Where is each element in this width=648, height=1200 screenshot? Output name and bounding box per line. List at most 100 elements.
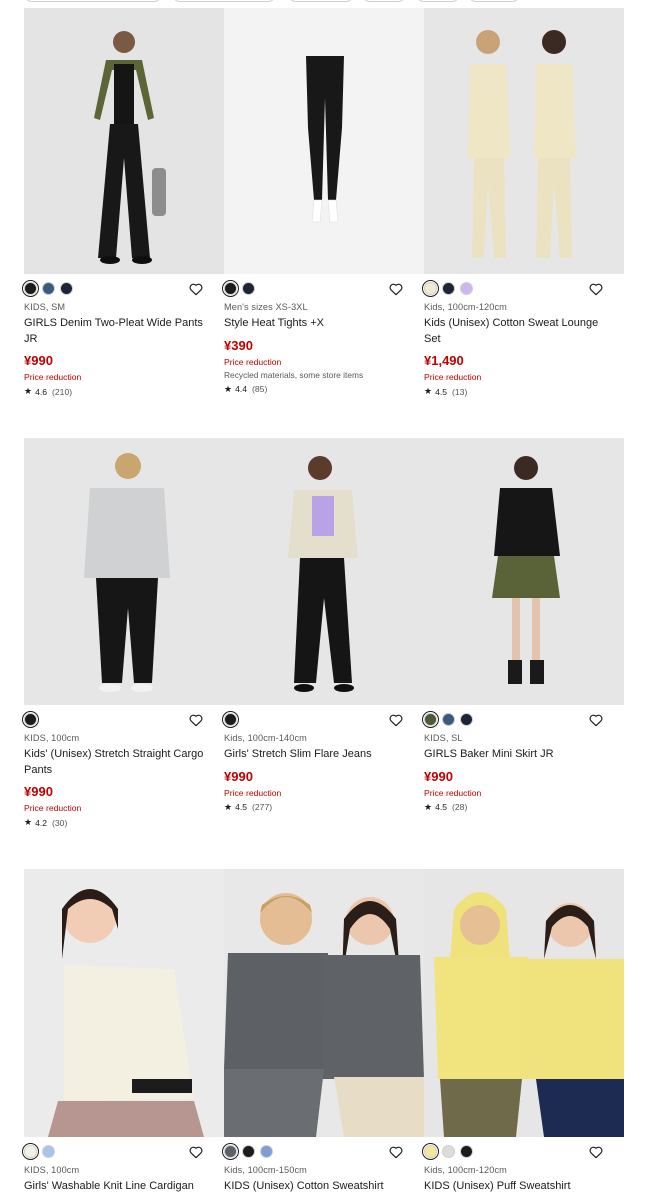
color-swatch[interactable]	[242, 1145, 255, 1158]
size-range: Men's sizes XS-3XL	[224, 302, 308, 312]
product-price: ¥990	[424, 768, 453, 784]
review-count: (210)	[52, 386, 73, 397]
heart-outline-icon[interactable]	[588, 1144, 604, 1160]
color-swatch[interactable]	[60, 282, 73, 295]
star-icon: ★	[24, 386, 33, 396]
color-swatch[interactable]	[224, 713, 237, 726]
filter-chip[interactable]	[172, 0, 276, 2]
product-card[interactable]: Kids, 100cm-140cm Girls' Stretch Slim Fl…	[224, 438, 424, 813]
product-image[interactable]	[24, 438, 224, 705]
heart-outline-icon[interactable]	[188, 712, 204, 728]
product-image[interactable]	[424, 438, 624, 705]
product-title[interactable]: Girls' Stretch Slim Flare Jeans	[224, 747, 424, 763]
star-icon: ★	[224, 383, 233, 394]
product-card[interactable]: KIDS, SL GIRLS Baker Mini Skirt JR ¥990 …	[424, 438, 624, 813]
price-reduction-label: Price reduction	[224, 787, 282, 798]
product-image[interactable]	[424, 869, 624, 1137]
color-swatch[interactable]	[460, 713, 473, 726]
heart-outline-icon[interactable]	[588, 712, 604, 728]
star-icon: ★	[24, 817, 33, 827]
color-swatch[interactable]	[460, 282, 473, 295]
price-reduction-label: Price reduction	[424, 787, 482, 798]
filter-chip-strip	[0, 0, 648, 4]
heart-outline-icon[interactable]	[388, 712, 404, 728]
color-swatch[interactable]	[424, 713, 437, 726]
product-title[interactable]: Kids (Unisex) Cotton Sweat Lounge Set	[424, 316, 624, 347]
price-reduction-label: Price reduction	[24, 803, 82, 813]
product-price: ¥990	[24, 353, 53, 368]
color-swatch[interactable]	[442, 1145, 455, 1158]
color-swatch[interactable]	[42, 282, 55, 295]
color-swatch[interactable]	[442, 282, 455, 295]
product-title[interactable]: Girls' Washable Knit Line Cardigan	[24, 1179, 224, 1195]
color-swatch[interactable]	[260, 1145, 273, 1158]
product-rating: ★ 4.5 (277)	[224, 802, 424, 813]
color-swatch[interactable]	[224, 1145, 237, 1158]
product-photo	[424, 869, 624, 1137]
product-image[interactable]	[424, 8, 624, 274]
product-title[interactable]: GIRLS Denim Two-Pleat Wide Pants JR	[24, 316, 224, 347]
color-swatch[interactable]	[442, 713, 455, 726]
product-image[interactable]	[24, 8, 224, 274]
star-icon: ★	[424, 801, 433, 812]
product-card[interactable]: KIDS, 100cm Kids' (Unisex) Stretch Strai…	[24, 438, 224, 828]
size-range: KIDS, 100cm	[24, 1165, 80, 1175]
rating-value: 4.5	[435, 386, 448, 397]
product-card[interactable]: KIDS, SM GIRLS Denim Two-Pleat Wide Pant…	[24, 8, 224, 397]
product-photo	[224, 438, 424, 705]
size-range: Kids, 100cm-120cm	[424, 302, 507, 312]
review-count: (28)	[452, 802, 468, 812]
color-swatch[interactable]	[460, 1145, 473, 1158]
product-image[interactable]	[224, 438, 424, 705]
color-swatch[interactable]	[24, 1145, 37, 1158]
product-card[interactable]: Kids, 100cm-120cm Kids (Unisex) Cotton S…	[424, 8, 624, 397]
product-rating: ★ 4.5 (28)	[424, 802, 624, 813]
product-image[interactable]	[224, 8, 424, 274]
product-card[interactable]: Kids, 100cm-150cm KIDS (Unisex) Cotton S…	[224, 869, 424, 1195]
heart-outline-icon[interactable]	[388, 281, 404, 297]
color-swatch[interactable]	[424, 282, 437, 295]
color-swatch[interactable]	[42, 1145, 55, 1158]
filter-chip[interactable]	[362, 0, 406, 2]
heart-outline-icon[interactable]	[388, 1144, 404, 1160]
heart-outline-icon[interactable]	[188, 281, 204, 297]
product-photo	[424, 8, 624, 274]
product-photo	[24, 869, 224, 1137]
review-count: (85)	[252, 384, 268, 394]
product-title[interactable]: KIDS (Unisex) Puff Sweatshirt	[424, 1179, 624, 1195]
rating-value: 4.4	[235, 384, 248, 394]
product-title[interactable]: Style Heat Tights +X	[224, 316, 424, 332]
product-image[interactable]	[24, 869, 224, 1137]
product-card[interactable]: Men's sizes XS-3XL Style Heat Tights +X …	[224, 8, 424, 395]
heart-outline-icon[interactable]	[588, 281, 604, 297]
price-reduction-label: Price reduction	[224, 356, 282, 367]
product-title[interactable]: Kids' (Unisex) Stretch Straight Cargo Pa…	[24, 747, 224, 778]
product-title[interactable]: KIDS (Unisex) Cotton Sweatshirt	[224, 1179, 424, 1195]
product-rating: ★ 4.4 (85)	[224, 384, 424, 395]
product-title[interactable]: GIRLS Baker Mini Skirt JR	[424, 747, 624, 763]
product-photo	[24, 438, 224, 705]
price-reduction-label: Price reduction	[424, 372, 482, 382]
product-price: ¥990	[224, 768, 253, 784]
filter-chip[interactable]	[416, 0, 460, 2]
color-swatch[interactable]	[424, 1145, 437, 1158]
product-photo	[224, 869, 424, 1137]
color-swatch[interactable]	[242, 282, 255, 295]
product-note: Recycled materials, some store items	[224, 369, 364, 380]
star-icon: ★	[224, 801, 233, 812]
rating-value: 4.5	[435, 802, 448, 812]
product-card[interactable]: Kids, 100cm-120cm KIDS (Unisex) Puff Swe…	[424, 869, 624, 1195]
color-swatch[interactable]	[24, 713, 37, 726]
review-count: (30)	[52, 817, 68, 828]
filter-chip[interactable]	[468, 0, 520, 2]
color-swatch[interactable]	[24, 282, 37, 295]
product-photo	[24, 8, 224, 274]
rating-value: 4.5	[235, 802, 248, 812]
product-price: ¥390	[224, 337, 253, 353]
product-card[interactable]: KIDS, 100cm Girls' Washable Knit Line Ca…	[24, 869, 224, 1195]
product-image[interactable]	[224, 869, 424, 1137]
color-swatch[interactable]	[224, 282, 237, 295]
heart-outline-icon[interactable]	[188, 1144, 204, 1160]
filter-chip[interactable]	[24, 0, 162, 2]
filter-chip[interactable]	[288, 0, 354, 2]
